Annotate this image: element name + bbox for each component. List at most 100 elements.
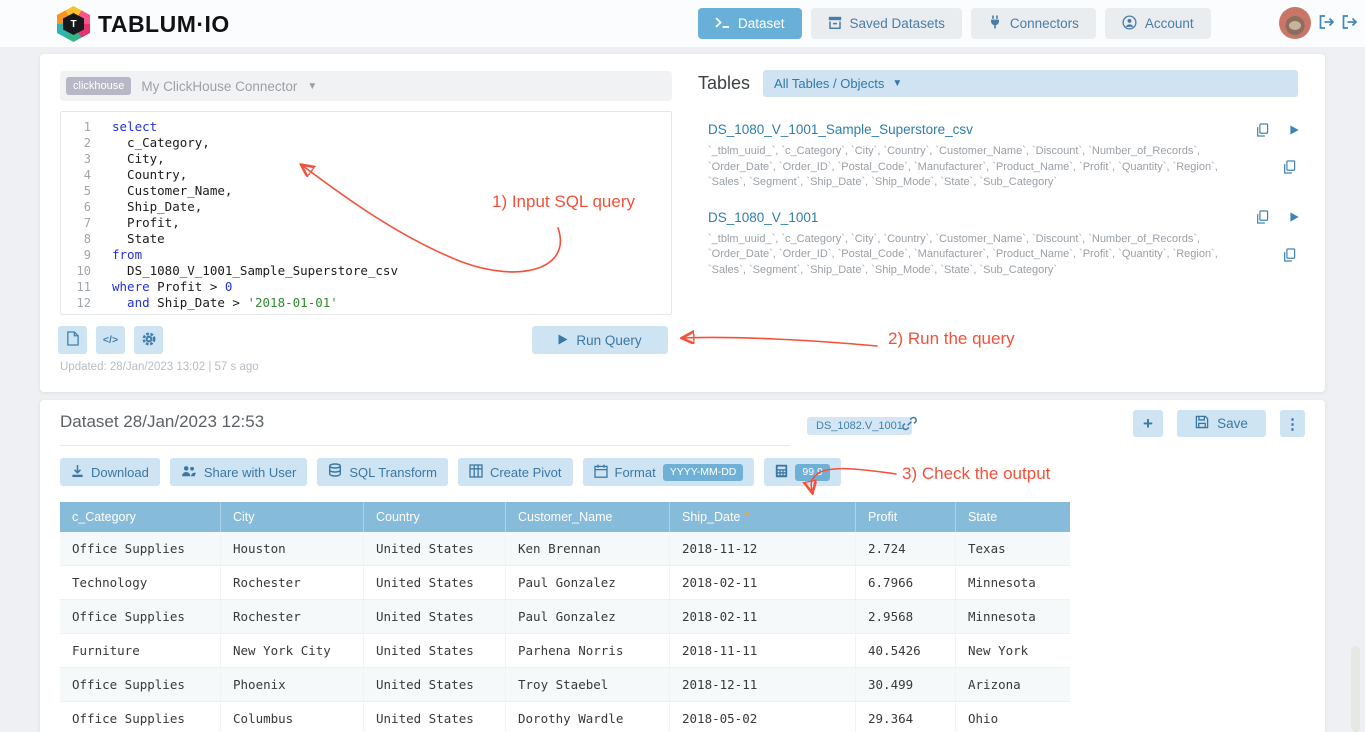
table-cell: United States (363, 702, 505, 732)
connector-name: My ClickHouse Connector (141, 79, 297, 94)
column-header-Country[interactable]: Country (363, 502, 505, 532)
save-button[interactable]: Save (1177, 410, 1266, 437)
gear-icon (141, 331, 157, 350)
table-cell: 2018-11-12 (669, 532, 855, 565)
table-cell: Office Supplies (60, 702, 220, 732)
table-cell: 40.5426 (855, 634, 955, 667)
precision-button[interactable]: 99.9 (764, 458, 840, 486)
play-icon[interactable] (1289, 211, 1300, 223)
table-cell: 29.364 (855, 702, 955, 732)
sql-line[interactable]: Country, (112, 167, 671, 183)
column-header-State[interactable]: State (955, 502, 1070, 532)
nav-button-saved-datasets[interactable]: Saved Datasets (811, 8, 962, 39)
sql-line[interactable]: and Ship_Date > '2018-01-01' (112, 295, 671, 311)
table-icon (469, 464, 483, 481)
sql-line[interactable]: City, (112, 151, 671, 167)
copy-icon[interactable] (1256, 210, 1269, 224)
sql-line[interactable]: Profit, (112, 215, 671, 231)
user-avatar[interactable] (1279, 7, 1311, 39)
sql-editor[interactable]: 123456789101112 select c_Category, City,… (60, 111, 672, 315)
line-number: 10 (61, 263, 91, 279)
table-cell: Technology (60, 566, 220, 599)
share-button[interactable]: Share with User (170, 458, 307, 486)
terminal-icon (715, 16, 730, 31)
scrollbar-thumb[interactable] (1351, 646, 1360, 732)
sql-line[interactable]: State (112, 231, 671, 247)
line-number: 6 (61, 199, 91, 215)
table-cell: 2.724 (855, 532, 955, 565)
table-name-link[interactable]: DS_1080_V_1001 (708, 210, 818, 225)
account-icon (1122, 15, 1137, 33)
table-cell: New York City (220, 634, 363, 667)
table-cell: Parhena Norris (505, 634, 669, 667)
table-name-link[interactable]: DS_1080_V_1001_Sample_Superstore_csv (708, 122, 973, 137)
nav-button-connectors[interactable]: Connectors (971, 8, 1096, 39)
nav-button-dataset[interactable]: Dataset (698, 8, 802, 39)
document-icon (66, 331, 79, 349)
format-button[interactable]: Format YYYY-MM-DD (583, 458, 755, 486)
signout-icon[interactable] (1342, 15, 1357, 34)
more-options-button[interactable]: ⋮ (1280, 410, 1305, 437)
table-cell: Paul Gonzalez (505, 600, 669, 633)
table-row[interactable]: Office SuppliesRochesterUnited StatesPau… (60, 600, 1070, 634)
table-cell: Minnesota (955, 566, 1070, 599)
brand-name: TABLUM·IO (98, 11, 230, 38)
table-row[interactable]: Office SuppliesHoustonUnited StatesKen B… (60, 532, 1070, 566)
column-header-Customer_Name[interactable]: Customer_Name (505, 502, 669, 532)
code-button[interactable]: </> (96, 326, 125, 354)
copy-columns-icon[interactable] (1283, 160, 1296, 174)
dataset-toolbar: Download Share with User SQL Transform C… (60, 458, 841, 486)
copy-icon[interactable] (1256, 123, 1269, 137)
table-entry: DS_1080_V_1001`_tblm_uuid_`, `c_Category… (708, 210, 1300, 279)
table-row[interactable]: Office SuppliesPhoenixUnited StatesTroy … (60, 668, 1070, 702)
table-cell: Phoenix (220, 668, 363, 701)
table-cell: Ken Brennan (505, 532, 669, 565)
table-cell: Minnesota (955, 600, 1070, 633)
table-row[interactable]: FurnitureNew York CityUnited StatesParhe… (60, 634, 1070, 668)
new-document-button[interactable] (58, 326, 87, 354)
sql-code[interactable]: select c_Category, City, Country, Custom… (99, 119, 671, 314)
column-header-Ship_Date[interactable]: Ship_Date▴ (669, 502, 855, 532)
add-button[interactable]: + (1133, 410, 1163, 437)
sql-line[interactable]: DS_1080_V_1001_Sample_Superstore_csv (112, 263, 671, 279)
line-number: 2 (61, 135, 91, 151)
tables-header: Tables All Tables / Objects ▼ (698, 70, 1298, 97)
line-number: 8 (61, 231, 91, 247)
table-row[interactable]: Office SuppliesColumbusUnited StatesDoro… (60, 702, 1070, 732)
logout-icon[interactable] (1319, 15, 1334, 34)
settings-button[interactable] (134, 326, 163, 354)
column-header-City[interactable]: City (220, 502, 363, 532)
play-icon (558, 333, 568, 348)
sql-line[interactable]: c_Category, (112, 135, 671, 151)
run-query-button[interactable]: Run Query (532, 326, 668, 354)
line-number: 11 (61, 279, 91, 295)
table-row[interactable]: TechnologyRochesterUnited StatesPaul Gon… (60, 566, 1070, 600)
result-grid: c_CategoryCityCountryCustomer_NameShip_D… (60, 502, 1070, 732)
copy-columns-icon[interactable] (1283, 248, 1296, 262)
nav-button-account[interactable]: Account (1105, 8, 1211, 39)
sql-transform-button[interactable]: SQL Transform (317, 458, 448, 486)
precision-badge: 99.9 (795, 464, 829, 481)
date-format-badge: YYYY-MM-DD (663, 464, 744, 481)
table-cell: Dorothy Wardle (505, 702, 669, 732)
brand-logo[interactable]: T TABLUM·IO (57, 6, 230, 42)
tables-filter-select[interactable]: All Tables / Objects ▼ (763, 70, 1298, 97)
table-cell: Office Supplies (60, 600, 220, 633)
line-number: 1 (61, 119, 91, 135)
link-icon[interactable] (901, 415, 918, 437)
sql-line[interactable]: select (112, 119, 671, 135)
column-header-Profit[interactable]: Profit (855, 502, 955, 532)
sql-line[interactable]: where Profit > 0 (112, 279, 671, 295)
column-header-c_Category[interactable]: c_Category (60, 502, 220, 532)
play-icon[interactable] (1289, 124, 1300, 136)
tablum-logo-icon: T (57, 6, 90, 42)
nav-buttons: Dataset Saved Datasets Connectors Accoun… (698, 8, 1211, 39)
table-cell: Arizona (955, 668, 1070, 701)
download-button[interactable]: Download (60, 458, 160, 486)
sql-line[interactable]: from (112, 247, 671, 263)
last-updated-text: Updated: 28/Jan/2023 13:02 | 57 s ago (60, 361, 259, 373)
create-pivot-button[interactable]: Create Pivot (458, 458, 573, 486)
annotation-input-sql: 1) Input SQL query (492, 192, 635, 212)
code-icon: </> (103, 334, 118, 346)
connector-select[interactable]: clickhouse My ClickHouse Connector ▼ (60, 71, 672, 101)
